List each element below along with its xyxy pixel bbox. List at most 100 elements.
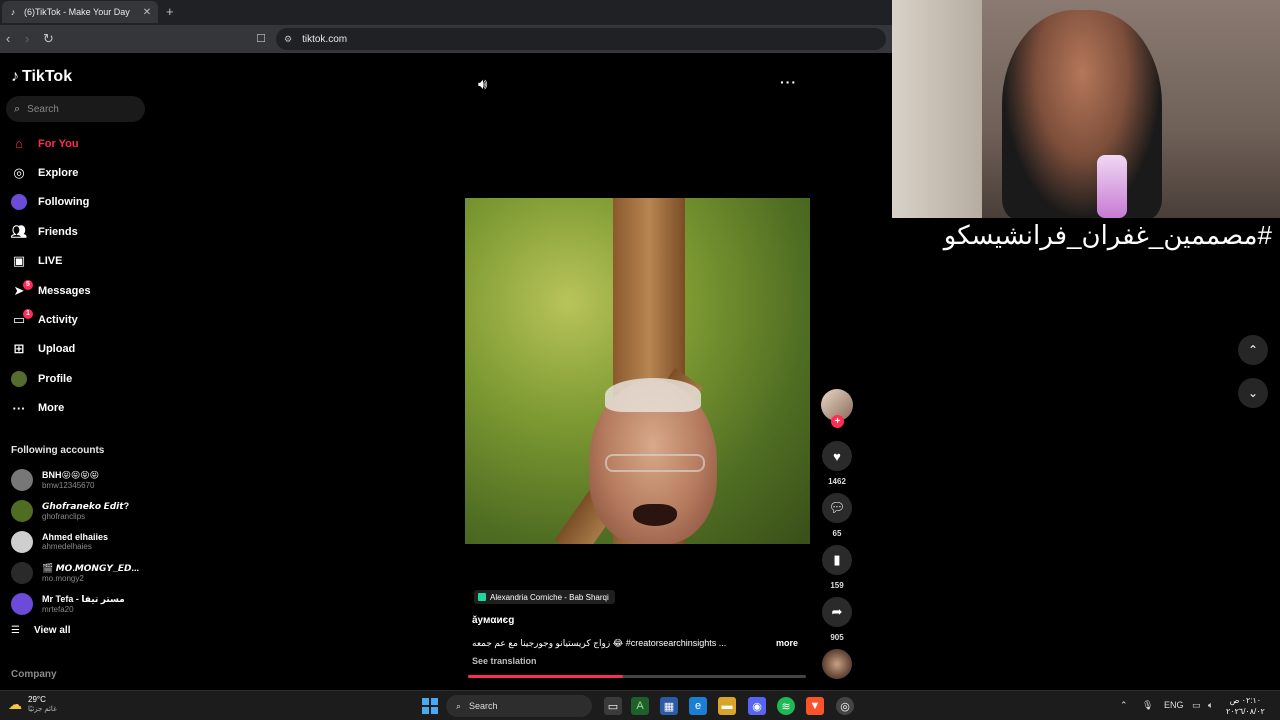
- sidebar-item-for-you[interactable]: ⌂ For You: [0, 129, 160, 158]
- avatar-icon: [11, 194, 27, 211]
- search-input[interactable]: ⌕ Search: [6, 96, 145, 122]
- tiktok-favicon-icon: ♪: [10, 7, 16, 17]
- spotify-icon[interactable]: ≋: [777, 697, 795, 715]
- display-icon[interactable]: ▭: [1192, 700, 1201, 711]
- music-disc[interactable]: [822, 649, 852, 679]
- follow-plus-icon[interactable]: +: [831, 415, 844, 428]
- search-icon: ⌕: [456, 700, 462, 711]
- url-field[interactable]: ⚙ tiktok.com: [276, 28, 886, 50]
- start-button[interactable]: [422, 698, 438, 714]
- video-caption: زواج كريستيانو وجورجينا مع عم جمعه 😂 #cr…: [472, 638, 727, 648]
- sidebar-item-messages[interactable]: ➤ 5 Messages: [0, 276, 160, 305]
- following-accounts-list: BNH😝😝😝😝 bmw12345670 𝙂𝙝𝙤𝙛𝙧𝙖𝙣𝙚𝙠𝙤 𝙀𝙙𝙞𝙩? ghofr…: [0, 464, 160, 619]
- account-username: ahmedelhaies: [42, 542, 92, 551]
- volume-icon[interactable]: 🔊︎: [478, 76, 487, 93]
- sidebar-item-label: More: [38, 402, 65, 415]
- account-item[interactable]: 𝙂𝙝𝙤𝙛𝙧𝙖𝙣𝙚𝙠𝙤 𝙀𝙙𝙞𝙩? ghofranclips: [0, 495, 160, 526]
- system-clock[interactable]: ٠٢:١٠ ص ٢٠٢٦/٠٨/٠٢: [1226, 695, 1265, 717]
- account-item[interactable]: Ahmed elhaiies ahmedelhaies: [0, 526, 160, 557]
- like-count: 1462: [828, 477, 846, 486]
- compass-icon: ◎: [13, 165, 25, 181]
- list-icon: ☰: [11, 625, 20, 636]
- forward-icon[interactable]: ›: [25, 31, 29, 46]
- reload-icon[interactable]: ↻: [43, 31, 54, 47]
- language-indicator[interactable]: ENG: [1164, 700, 1184, 710]
- close-tab-icon[interactable]: ✕: [142, 7, 152, 18]
- sidebar-item-profile[interactable]: Profile: [0, 364, 160, 393]
- sidebar-item-live[interactable]: ▣ LIVE: [0, 247, 160, 276]
- search-icon: ⌕: [14, 102, 21, 115]
- store-icon[interactable]: ▦: [660, 697, 678, 715]
- site-info-icon[interactable]: ⚙: [284, 34, 292, 45]
- back-icon[interactable]: ‹: [6, 31, 10, 46]
- video-progress-bar[interactable]: [468, 675, 806, 678]
- plus-square-icon: ⊞: [13, 341, 25, 357]
- avatar: [11, 592, 33, 615]
- tab-title: (6)TikTok - Make Your Day: [24, 7, 130, 17]
- sidebar-item-upload[interactable]: ⊞ Upload: [0, 335, 160, 364]
- bookmark-count: 159: [830, 581, 844, 590]
- clock-date: ٢٠٢٦/٠٨/٠٢: [1226, 707, 1265, 716]
- app-icon[interactable]: A: [631, 697, 649, 715]
- sidebar-item-activity[interactable]: ▭ 1 Activity: [0, 305, 160, 334]
- view-all-button[interactable]: ☰ View all: [11, 625, 70, 636]
- file-explorer-icon[interactable]: ▬: [718, 697, 736, 715]
- avatar: [11, 561, 33, 584]
- share-count: 905: [830, 633, 844, 642]
- ellipsis-icon: ···: [12, 400, 26, 416]
- account-username: bmw12345670: [42, 480, 95, 490]
- account-name: 🎬 𝙈𝙊.𝙈𝙊𝙉𝙂𝙔_𝙀𝘿...: [42, 562, 139, 573]
- sidebar-item-label: Explore: [38, 167, 79, 180]
- live-icon: ▣: [12, 253, 26, 269]
- logo-text: TikTok: [22, 68, 73, 85]
- edge-icon[interactable]: e: [689, 697, 707, 715]
- avatar: [11, 499, 33, 522]
- speaker-icon[interactable]: 🔈︎: [1208, 700, 1213, 711]
- heart-icon: ♥: [833, 448, 841, 464]
- bookmark-icon[interactable]: ☐: [256, 32, 266, 45]
- obs-icon[interactable]: ◎: [836, 697, 854, 715]
- comment-button[interactable]: 💬︎: [822, 493, 852, 523]
- weather-widget[interactable]: ☁ 29°C غائم جزئيًا: [8, 695, 57, 714]
- see-translation-button[interactable]: See translation: [472, 656, 537, 666]
- like-button[interactable]: ♥: [822, 441, 852, 471]
- bookmark-button[interactable]: ▮: [822, 545, 852, 575]
- sidebar-item-label: LIVE: [38, 255, 63, 268]
- video-player[interactable]: [465, 198, 810, 544]
- account-item[interactable]: BNH😝😝😝😝 bmw12345670: [0, 464, 160, 495]
- taskbar-search-label: Search: [469, 701, 498, 711]
- video-progress-fill: [468, 675, 624, 678]
- sidebar-item-following[interactable]: Following: [0, 188, 160, 217]
- sidebar-item-friends[interactable]: 👥︎ Friends: [0, 217, 160, 246]
- previous-video-button[interactable]: ⌃: [1238, 335, 1268, 365]
- caption-more-button[interactable]: more: [776, 638, 798, 648]
- account-item[interactable]: Mr Tefa - مستر تيفا mrtefa20: [0, 588, 160, 619]
- sidebar-item-label: Following: [38, 196, 90, 209]
- brave-icon[interactable]: ▼: [806, 697, 824, 715]
- account-name: Mr Tefa - مستر تيفا: [42, 593, 125, 604]
- share-button[interactable]: ➦: [822, 597, 852, 627]
- sidebar-item-more[interactable]: ··· More: [0, 394, 160, 423]
- weather-temp: 29°C: [28, 695, 46, 704]
- taskbar-search[interactable]: ⌕ Search: [446, 695, 592, 717]
- more-options-icon[interactable]: ···: [780, 74, 797, 90]
- next-video-button[interactable]: ⌄: [1238, 378, 1268, 408]
- browser-tab[interactable]: ♪ (6)TikTok - Make Your Day ✕: [2, 1, 158, 23]
- tray-chevron-icon[interactable]: ⌃: [1120, 700, 1128, 711]
- video-frame-glasses: [605, 454, 705, 472]
- tiktok-logo[interactable]: ♪ TikTok: [11, 68, 72, 86]
- new-tab-button[interactable]: +: [166, 4, 174, 19]
- account-item[interactable]: 🎬 𝙈𝙊.𝙈𝙊𝙉𝙂𝙔_𝙀𝘿... mo.mongy2: [0, 557, 160, 588]
- bookmark-icon: ▮: [833, 552, 841, 567]
- company-link[interactable]: Company: [11, 669, 57, 680]
- discord-icon[interactable]: ◉: [748, 697, 766, 715]
- tiktok-note-icon: ♪: [11, 68, 19, 85]
- location-tag[interactable]: Alexandria Corniche - Bab Sharqi: [474, 590, 615, 604]
- following-accounts-title: Following accounts: [11, 445, 105, 456]
- video-author[interactable]: ăумαиєg: [472, 615, 514, 626]
- webcam-overlay: [892, 0, 1280, 218]
- sidebar-item-explore[interactable]: ◎ Explore: [0, 158, 160, 187]
- microphone-icon[interactable]: 🎙︎: [1142, 700, 1153, 711]
- task-view-icon[interactable]: ▭: [604, 697, 622, 715]
- address-bar: ‹ › ↻ ☐ ⚙ tiktok.com: [0, 25, 892, 53]
